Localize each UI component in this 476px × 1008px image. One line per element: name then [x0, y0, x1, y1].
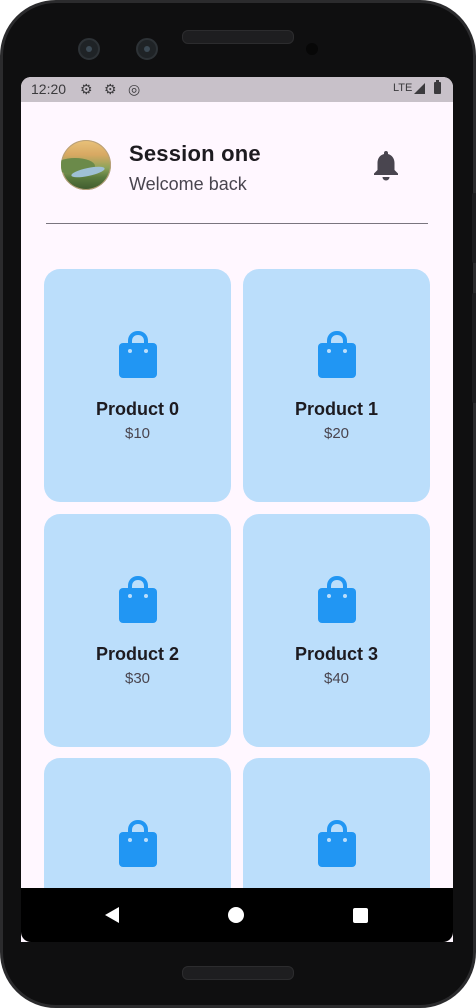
- bottom-speaker: [182, 966, 294, 980]
- back-icon[interactable]: [105, 907, 119, 923]
- settings-icon: ⚙: [104, 81, 117, 97]
- product-price: $10: [124, 425, 151, 442]
- network-label: LTE: [393, 82, 413, 94]
- volume-button: [472, 293, 476, 403]
- shopping-bag-icon: [318, 331, 356, 378]
- product-name: Product 1: [294, 399, 378, 419]
- welcome-subtitle: Welcome back: [129, 174, 247, 194]
- product-card[interactable]: Product 1 $20: [243, 269, 430, 502]
- app-header: Session one Welcome back: [21, 102, 453, 202]
- sync-icon: ◎: [128, 81, 141, 97]
- signal-icon: [414, 83, 425, 94]
- product-name: Product 0: [95, 399, 179, 419]
- product-card[interactable]: Product 3 $40: [243, 514, 430, 747]
- battery-icon: [434, 80, 441, 94]
- settings-icon: ⚙: [80, 81, 93, 97]
- recent-apps-icon[interactable]: [353, 908, 368, 923]
- product-card[interactable]: Product 2 $30: [44, 514, 231, 747]
- product-price: $20: [323, 425, 350, 442]
- product-name: Product 2: [95, 644, 179, 664]
- shopping-bag-icon: [318, 820, 356, 867]
- status-bar: 12:20 ⚙ ⚙ ◎ LTE: [21, 77, 453, 102]
- home-icon[interactable]: [228, 907, 244, 923]
- product-price: $30: [124, 670, 151, 687]
- top-speaker: [182, 30, 294, 44]
- product-name: Product 3: [294, 644, 378, 664]
- avatar[interactable]: [61, 140, 111, 190]
- shopping-bag-icon: [318, 576, 356, 623]
- bell-icon[interactable]: [372, 149, 400, 181]
- shopping-bag-icon: [119, 820, 157, 867]
- front-camera-icon: [78, 38, 100, 60]
- front-camera-icon: [136, 38, 158, 60]
- shopping-bag-icon: [119, 331, 157, 378]
- system-nav-bar: [21, 888, 453, 942]
- shopping-bag-icon: [119, 576, 157, 623]
- proximity-sensor: [306, 43, 318, 55]
- app-screen: 12:20 ⚙ ⚙ ◎ LTE Session one Welcome back…: [21, 77, 453, 942]
- power-button: [472, 193, 476, 263]
- status-time: 12:20: [31, 81, 67, 97]
- product-price: $40: [323, 670, 350, 687]
- page-title: Session one: [129, 141, 261, 166]
- header-divider: [46, 223, 428, 224]
- product-card[interactable]: Product 0 $10: [44, 269, 231, 502]
